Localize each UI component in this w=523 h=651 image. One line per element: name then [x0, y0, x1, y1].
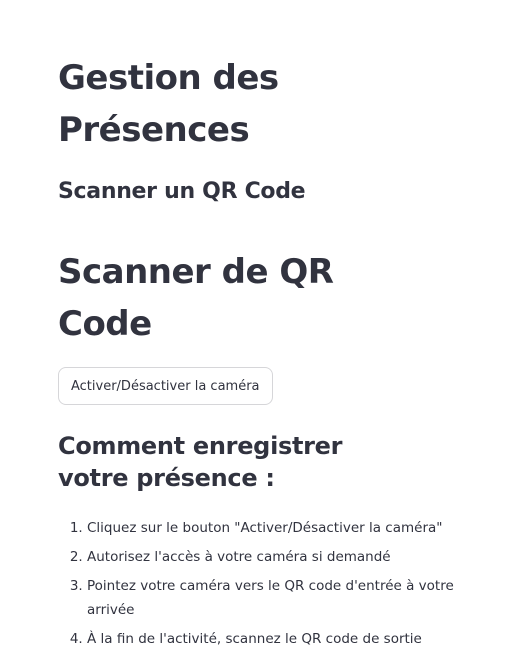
- scanner-title: Scanner de QR Code: [58, 252, 334, 344]
- instruction-step: À la fin de l'activité, scannez le QR co…: [87, 627, 482, 651]
- toggle-camera-button[interactable]: Activer/Désactiver la caméra: [58, 367, 273, 405]
- instructions-title: Comment enregistrer votre présence :: [58, 432, 343, 492]
- page-title: Gestion des Présences: [58, 58, 279, 150]
- page-subtitle: Scanner un QR Code: [58, 179, 306, 204]
- instruction-step: Pointez votre caméra vers le QR code d'e…: [87, 574, 482, 622]
- instruction-step: Autorisez l'accès à votre caméra si dema…: [87, 545, 482, 569]
- instructions-list: Cliquez sur le bouton "Activer/Désactive…: [58, 516, 482, 651]
- instruction-step: Cliquez sur le bouton "Activer/Désactive…: [87, 516, 482, 540]
- app-page: Gestion des Présences Scanner un QR Code…: [0, 0, 523, 651]
